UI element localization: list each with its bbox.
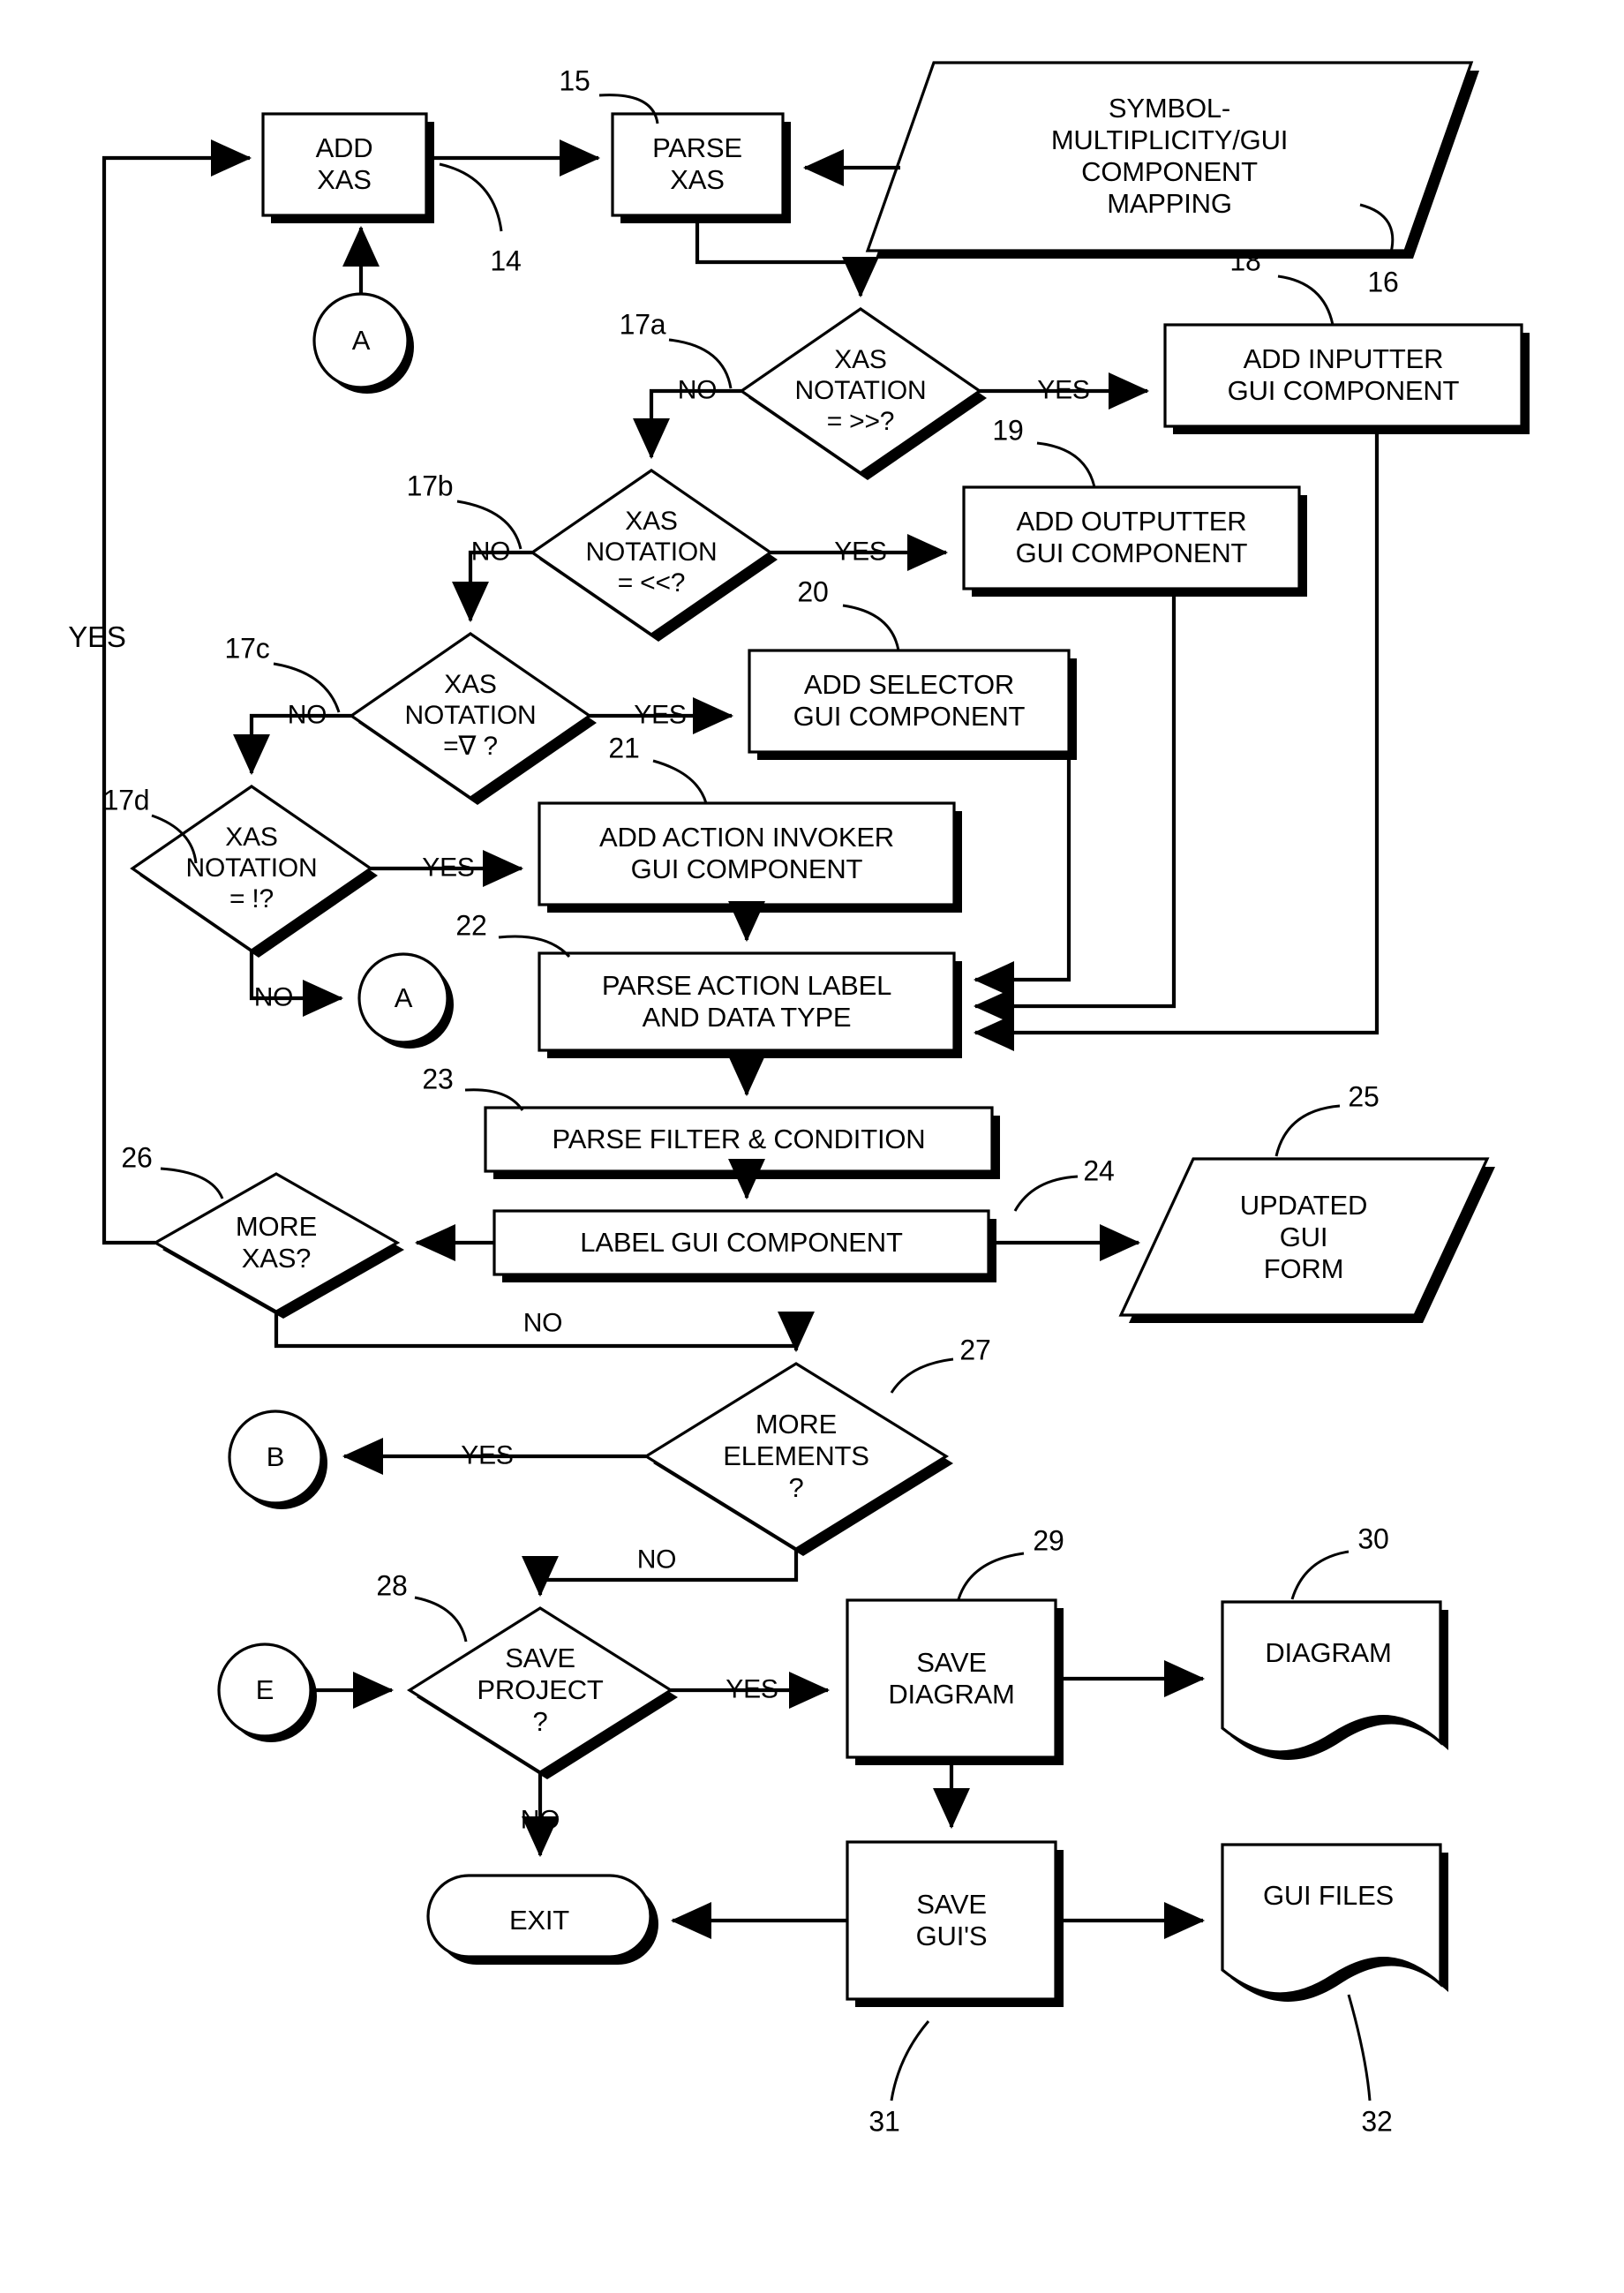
leader-24 [1013, 1175, 1079, 1212]
leader-14 [439, 162, 503, 232]
leader-20 [842, 604, 900, 651]
node-label-gui-component[interactable] [492, 1209, 996, 1282]
leader-25 [1274, 1104, 1341, 1157]
leader-19 [1036, 441, 1096, 488]
node-symbol-mapping[interactable] [865, 61, 1479, 259]
node-updated-gui-form[interactable] [1118, 1157, 1495, 1323]
node-connector-a-mid[interactable] [357, 952, 454, 1049]
node-add-xas[interactable] [261, 112, 434, 223]
edge-selector-to-parse-action [973, 752, 1071, 998]
edge-more-elements-no-to-save-project [522, 1549, 799, 1598]
leader-21 [652, 759, 708, 804]
node-gui-files-document[interactable] [1221, 1843, 1448, 2002]
node-decision-save-project[interactable] [406, 1606, 678, 1779]
edge-yes-feedback-loop [102, 139, 252, 1245]
node-save-guis[interactable] [846, 1840, 1064, 2007]
leader-26 [160, 1167, 224, 1199]
node-diagram-document[interactable] [1221, 1600, 1448, 1760]
edge-17c-no-to-17d [233, 713, 351, 776]
leader-17a [668, 338, 733, 389]
node-decision-17a[interactable] [739, 307, 987, 480]
node-decision-17d[interactable] [130, 785, 378, 958]
node-add-action-invoker[interactable] [538, 801, 962, 913]
leader-28 [414, 1596, 468, 1643]
node-decision-more-elements[interactable] [643, 1362, 953, 1556]
flowchart-canvas: ADD XAS PARSE XAS SYMBOL- MULTIPLICITY/G… [0, 0, 1624, 2293]
edge-17b-no-to-17c [452, 550, 532, 623]
node-connector-e[interactable] [217, 1643, 317, 1742]
node-save-diagram[interactable] [846, 1598, 1064, 1765]
node-parse-filter-condition[interactable] [484, 1106, 1000, 1179]
leader-18 [1277, 274, 1335, 326]
leader-17c [273, 662, 341, 713]
node-add-inputter[interactable] [1163, 323, 1530, 434]
leader-17b [456, 500, 523, 550]
edge-17d-no-to-connector-a [249, 951, 344, 1017]
node-parse-xas[interactable] [611, 112, 791, 223]
node-decision-more-xas[interactable] [152, 1172, 404, 1319]
leader-30 [1290, 1550, 1350, 1600]
node-add-outputter[interactable] [962, 485, 1307, 597]
node-connector-a-top[interactable] [312, 292, 414, 394]
node-decision-17b[interactable] [530, 469, 778, 642]
leader-27 [890, 1357, 954, 1394]
leader-29 [957, 1552, 1025, 1600]
node-connector-b[interactable] [228, 1410, 327, 1509]
node-decision-17c[interactable] [349, 632, 597, 805]
leader-31 [890, 2020, 930, 2101]
leader-32 [1347, 1994, 1372, 2101]
edge-more-xas-no-to-more-elements [274, 1311, 815, 1353]
node-add-selector[interactable] [748, 649, 1077, 760]
node-exit[interactable] [426, 1874, 658, 1965]
flowchart-svg [102, 61, 1530, 2101]
node-parse-action-label[interactable] [538, 951, 962, 1058]
edge-17a-no-to-17b [633, 388, 741, 460]
edge-parsexas-to-17a [695, 222, 879, 298]
